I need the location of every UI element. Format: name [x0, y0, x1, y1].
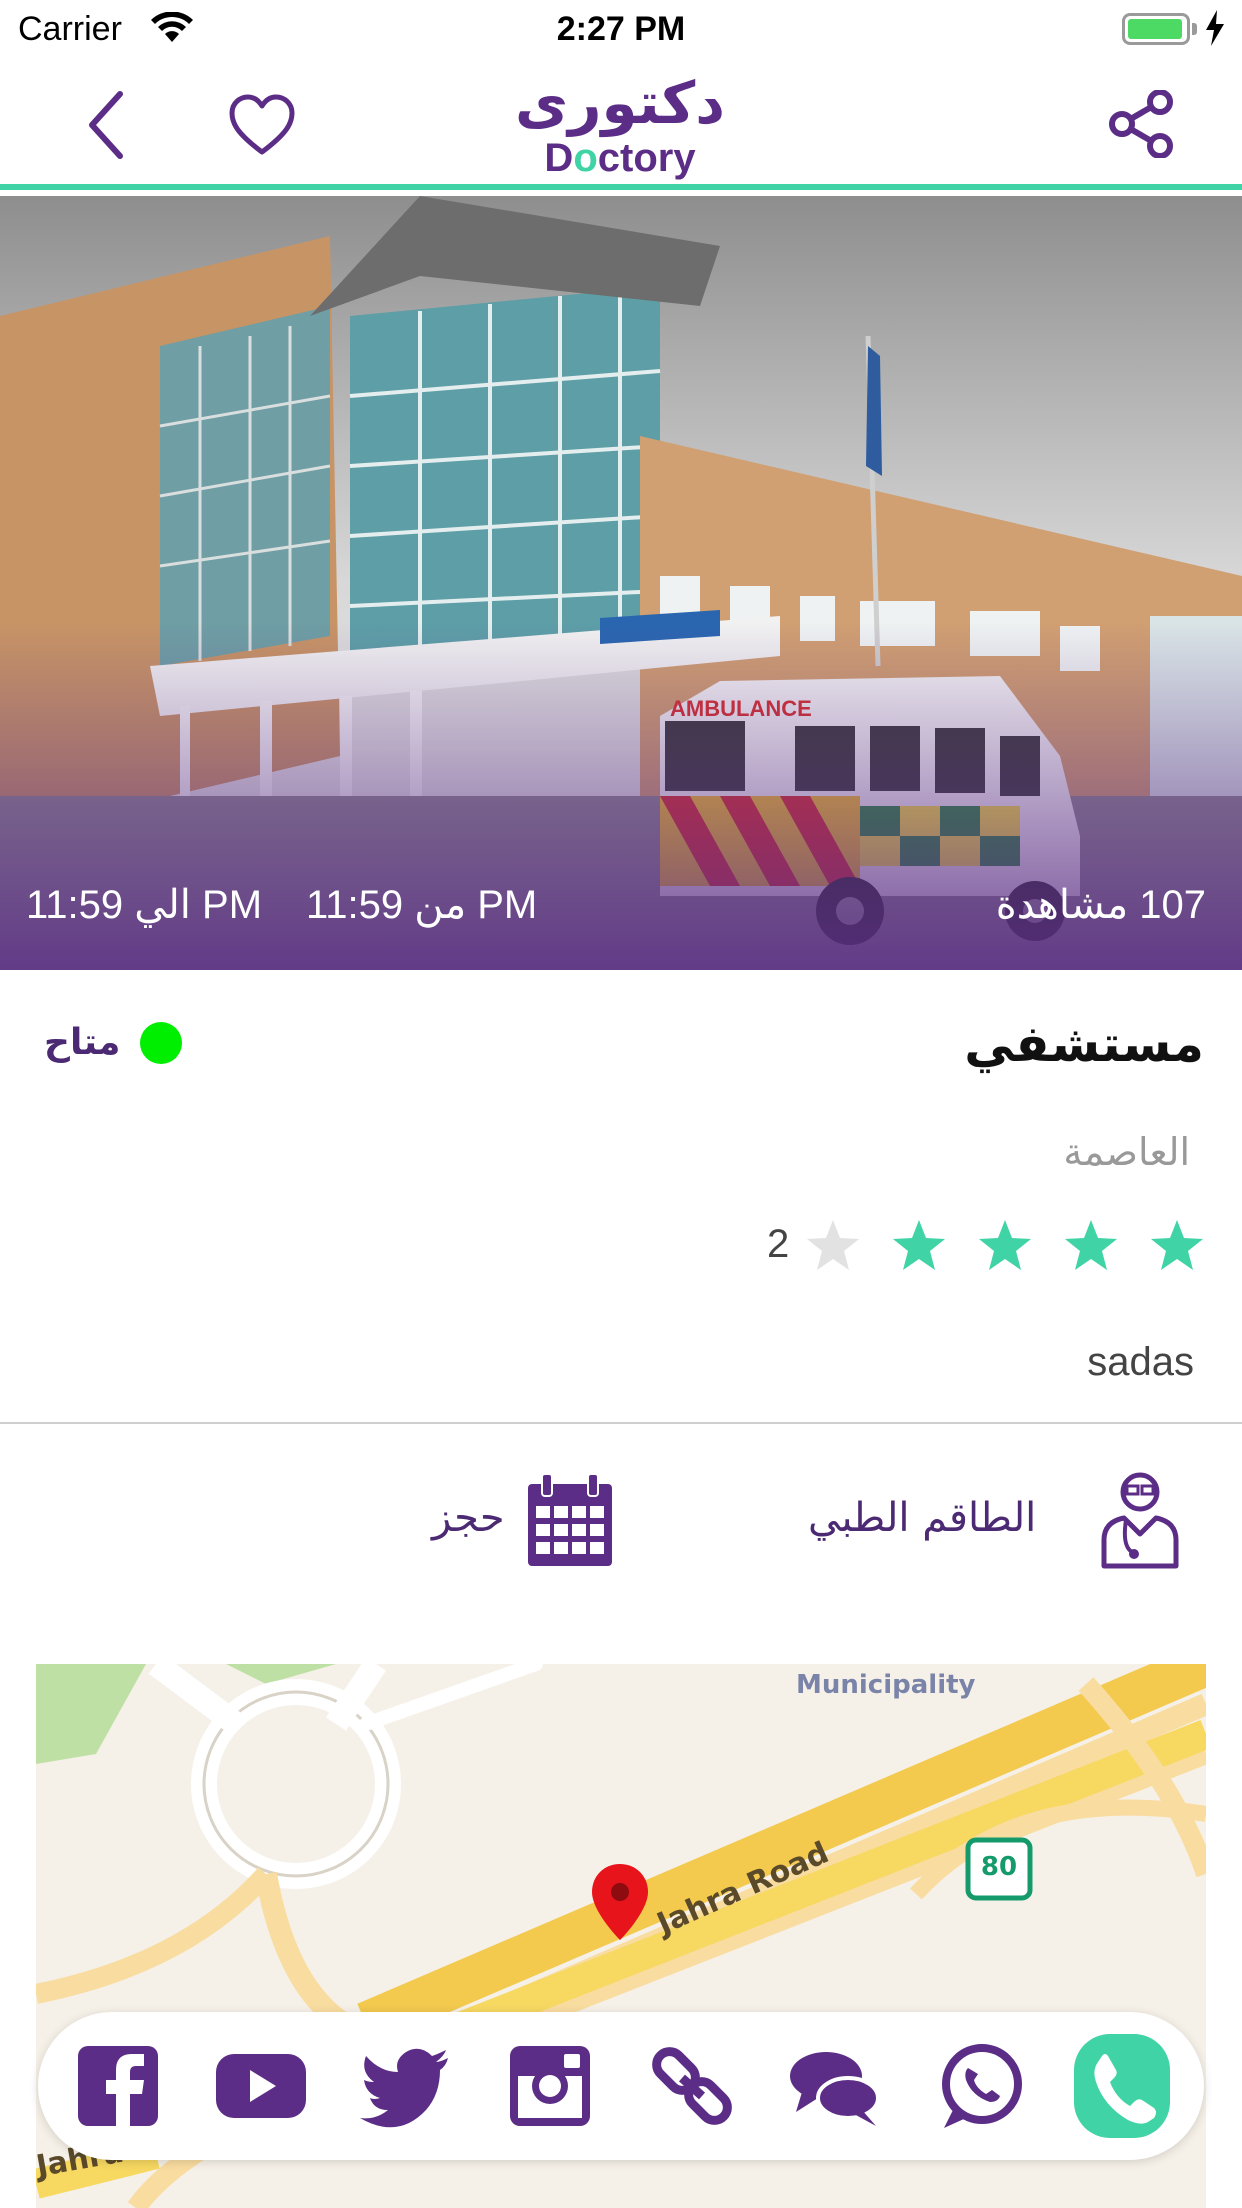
star-filled-icon [893, 1220, 945, 1270]
back-chevron-icon[interactable] [84, 90, 128, 160]
hospital-illustration: AMBULANCE [0, 196, 1242, 970]
doctory-logo: دكتورى Doctory [500, 70, 740, 188]
status-time: 2:27 PM [556, 10, 686, 48]
place-city: العاصمة [1063, 1130, 1190, 1174]
logo-arabic: دكتورى [514, 69, 726, 137]
heart-icon[interactable] [228, 94, 296, 156]
available-indicator [140, 1022, 182, 1064]
road-shield-number: 80 [980, 1852, 1018, 1882]
divider [0, 1422, 1242, 1424]
youtube-icon[interactable] [214, 2040, 306, 2132]
nav-bar: دكتورى Doctory [0, 60, 1242, 190]
status-bar: Carrier 2:27 PM [0, 0, 1242, 60]
availability-status: متاح [44, 1022, 121, 1063]
place-name: مستشفي [964, 1015, 1204, 1073]
logo-english: Doctory [544, 136, 696, 180]
views-count: 107 مشاهدة [995, 883, 1206, 927]
booking-label[interactable]: حجز [432, 1495, 505, 1541]
star-filled-icon [1065, 1220, 1117, 1270]
twitter-icon[interactable] [358, 2040, 450, 2132]
battery-icon [1122, 13, 1190, 45]
star-filled-icon [1151, 1220, 1203, 1270]
star-filled-icon [979, 1220, 1031, 1270]
charging-icon [1206, 10, 1224, 46]
place-description: sadas [1087, 1340, 1194, 1384]
facebook-icon[interactable] [74, 2040, 166, 2132]
map-poi-label: Municipality [796, 1670, 976, 1700]
calendar-icon[interactable] [524, 1470, 616, 1570]
social-bar [38, 2012, 1204, 2160]
hours-from: من 11:59 PM [306, 883, 538, 927]
chat-icon[interactable] [788, 2040, 880, 2132]
doctor-icon[interactable] [1100, 1470, 1180, 1570]
star-empty-icon [807, 1220, 859, 1270]
phone-icon [1094, 2054, 1156, 2124]
hospital-photo: AMBULANCE الي 11:59 PM من 11:59 PM 107 م… [0, 196, 1242, 970]
whatsapp-icon[interactable] [934, 2040, 1026, 2132]
share-icon[interactable] [1108, 90, 1176, 158]
call-button[interactable] [1074, 2034, 1170, 2138]
instagram-icon[interactable] [504, 2040, 596, 2132]
link-icon[interactable] [646, 2040, 738, 2132]
rating-count: 2 [767, 1222, 790, 1266]
medical-staff-label[interactable]: الطاقم الطبي [808, 1495, 1036, 1541]
hours-to: الي 11:59 PM [26, 883, 263, 927]
